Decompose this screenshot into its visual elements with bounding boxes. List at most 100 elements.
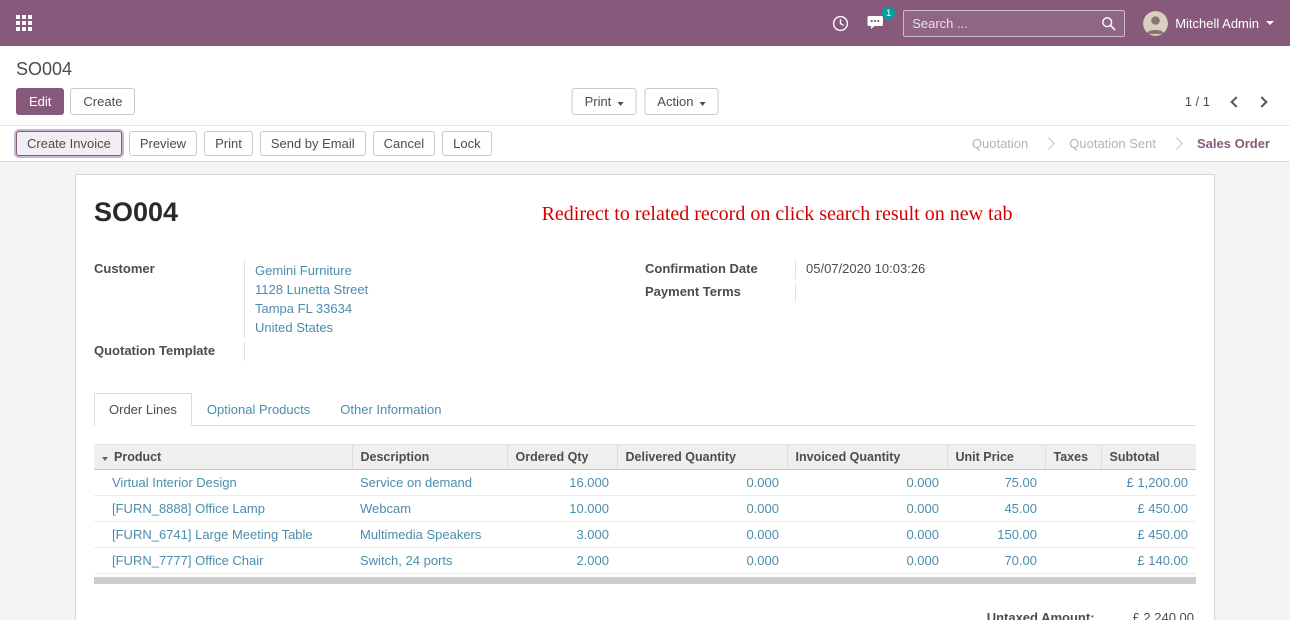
column-header-delivered-qty[interactable]: Delivered Quantity — [617, 445, 787, 470]
order-line-row[interactable]: [FURN_6741] Large Meeting Table Multimed… — [94, 522, 1196, 548]
ordered-qty-cell[interactable]: 3.000 — [507, 522, 617, 548]
subtotal-cell: £ 450.00 — [1101, 522, 1196, 548]
ordered-qty-cell[interactable]: 10.000 — [507, 496, 617, 522]
unit-price-cell[interactable]: 45.00 — [947, 496, 1045, 522]
column-header-product[interactable]: Product — [94, 445, 352, 470]
description-cell[interactable]: Multimedia Speakers — [352, 522, 507, 548]
statusbar-stage[interactable]: Sales Order — [1160, 134, 1274, 153]
annotation-text: Redirect to related record on click sear… — [178, 203, 1196, 226]
invoiced-qty-cell[interactable]: 0.000 — [787, 470, 947, 496]
chevron-down-icon — [617, 102, 623, 106]
taxes-cell[interactable] — [1045, 496, 1101, 522]
statusbar-stage[interactable]: Quotation Sent — [1032, 134, 1160, 153]
customer-address-line[interactable]: United States — [255, 318, 645, 337]
product-link[interactable]: Virtual Interior Design — [112, 475, 237, 490]
delivered-qty-cell[interactable]: 0.000 — [617, 522, 787, 548]
statusbar-action-button[interactable]: Send by Email — [260, 131, 366, 156]
quotation-template-field: Quotation Template — [94, 342, 645, 361]
pager-previous-button[interactable] — [1224, 90, 1248, 113]
order-line-row[interactable]: [FURN_7777] Office Chair Switch, 24 port… — [94, 548, 1196, 574]
unit-price-cell[interactable]: 75.00 — [947, 470, 1045, 496]
pager-next-button[interactable] — [1250, 90, 1274, 113]
create-button[interactable]: Create — [70, 88, 135, 115]
pager-value: 1 / 1 — [1185, 94, 1210, 109]
search-input[interactable] — [912, 16, 1101, 31]
customer-address-line[interactable]: 1128 Lunetta Street — [255, 280, 645, 299]
breadcrumb: SO004 — [16, 59, 72, 79]
delivered-qty-cell[interactable]: 0.000 — [617, 496, 787, 522]
description-cell[interactable]: Switch, 24 ports — [352, 548, 507, 574]
statusbar-stage[interactable]: Quotation — [968, 134, 1032, 153]
column-header-unit-price[interactable]: Unit Price — [947, 445, 1045, 470]
payment-terms-field: Payment Terms — [645, 283, 1196, 302]
search-icon[interactable] — [1101, 16, 1116, 31]
invoiced-qty-cell[interactable]: 0.000 — [787, 496, 947, 522]
delivered-qty-cell[interactable]: 0.000 — [617, 548, 787, 574]
apps-menu-icon[interactable] — [16, 15, 32, 31]
order-line-row[interactable]: [FURN_8888] Office Lamp Webcam 10.000 0.… — [94, 496, 1196, 522]
unit-price-cell[interactable]: 70.00 — [947, 548, 1045, 574]
topbar-right: 1 Mitchell Admin — [832, 10, 1274, 37]
statusbar-buttons: Create Invoice Preview Print Send by Ema… — [16, 131, 492, 156]
statusbar-action-button[interactable]: Print — [204, 131, 253, 156]
subtotal-cell: £ 450.00 — [1101, 496, 1196, 522]
customer-address-line[interactable]: Gemini Furniture — [255, 261, 645, 280]
statusbar-action-button[interactable]: Preview — [129, 131, 197, 156]
payment-terms-label: Payment Terms — [645, 283, 795, 302]
user-menu[interactable]: Mitchell Admin — [1143, 11, 1274, 36]
taxes-cell[interactable] — [1045, 522, 1101, 548]
taxes-cell[interactable] — [1045, 548, 1101, 574]
statusbar-action-button[interactable]: Create Invoice — [16, 131, 122, 156]
customer-address-line[interactable]: Tampa FL 33634 — [255, 299, 645, 318]
action-menu-label: Action — [657, 94, 693, 109]
control-panel: Edit Create Print Action 1 / 1 — [0, 88, 1290, 125]
order-lines-header: Product Description Ordered Qty Delivere… — [94, 445, 1196, 470]
statusbar-stages: Quotation Quotation Sent Sales Order — [968, 134, 1274, 153]
payment-terms-value[interactable] — [795, 283, 1196, 302]
column-header-invoiced-qty[interactable]: Invoiced Quantity — [787, 445, 947, 470]
print-menu-button[interactable]: Print — [572, 88, 637, 115]
sheet-header: SO004 Redirect to related record on clic… — [94, 197, 1196, 228]
description-cell[interactable]: Service on demand — [352, 470, 507, 496]
column-header-ordered-qty[interactable]: Ordered Qty — [507, 445, 617, 470]
statusbar-action-button[interactable]: Lock — [442, 131, 491, 156]
form-sheet: SO004 Redirect to related record on clic… — [75, 174, 1215, 620]
order-line-row[interactable]: Virtual Interior Design Service on deman… — [94, 470, 1196, 496]
column-header-subtotal[interactable]: Subtotal — [1101, 445, 1196, 470]
chevron-right-icon — [1256, 96, 1267, 107]
stage-separator-chevron-icon — [1042, 137, 1055, 150]
activities-clock-icon[interactable] — [832, 15, 849, 32]
description-cell[interactable]: Webcam — [352, 496, 507, 522]
messages-badge: 1 — [882, 7, 895, 20]
product-link[interactable]: [FURN_8888] Office Lamp — [112, 501, 265, 516]
action-menu-button[interactable]: Action — [644, 88, 718, 115]
delivered-qty-cell[interactable]: 0.000 — [617, 470, 787, 496]
chevron-left-icon — [1230, 96, 1241, 107]
horizontal-scrollbar[interactable] — [94, 577, 1196, 584]
taxes-cell[interactable] — [1045, 470, 1101, 496]
invoiced-qty-cell[interactable]: 0.000 — [787, 522, 947, 548]
product-link[interactable]: [FURN_6741] Large Meeting Table — [112, 527, 313, 542]
customer-address: Gemini Furniture1128 Lunetta StreetTampa… — [255, 261, 645, 337]
subtotal-cell: £ 140.00 — [1101, 548, 1196, 574]
column-header-taxes[interactable]: Taxes — [1045, 445, 1101, 470]
sort-caret-icon[interactable] — [102, 457, 108, 461]
notebook-tab[interactable]: Order Lines — [94, 393, 192, 426]
ordered-qty-cell[interactable]: 16.000 — [507, 470, 617, 496]
notebook-tab[interactable]: Other Information — [325, 393, 456, 426]
unit-price-cell[interactable]: 150.00 — [947, 522, 1045, 548]
invoiced-qty-cell[interactable]: 0.000 — [787, 548, 947, 574]
statusbar-action-button[interactable]: Cancel — [373, 131, 435, 156]
ordered-qty-cell[interactable]: 2.000 — [507, 548, 617, 574]
stage-separator-chevron-icon — [1170, 137, 1183, 150]
chevron-down-icon — [1266, 21, 1274, 25]
stage-label: Quotation — [968, 134, 1032, 153]
top-navbar: 1 Mitchell Admin — [0, 0, 1290, 46]
confirmation-date-field: Confirmation Date 05/07/2020 10:03:26 — [645, 260, 1196, 279]
quotation-template-value[interactable] — [244, 342, 645, 361]
messages-icon[interactable]: 1 — [867, 15, 885, 32]
column-header-description[interactable]: Description — [352, 445, 507, 470]
edit-button[interactable]: Edit — [16, 88, 64, 115]
notebook-tab[interactable]: Optional Products — [192, 393, 325, 426]
product-link[interactable]: [FURN_7777] Office Chair — [112, 553, 264, 568]
